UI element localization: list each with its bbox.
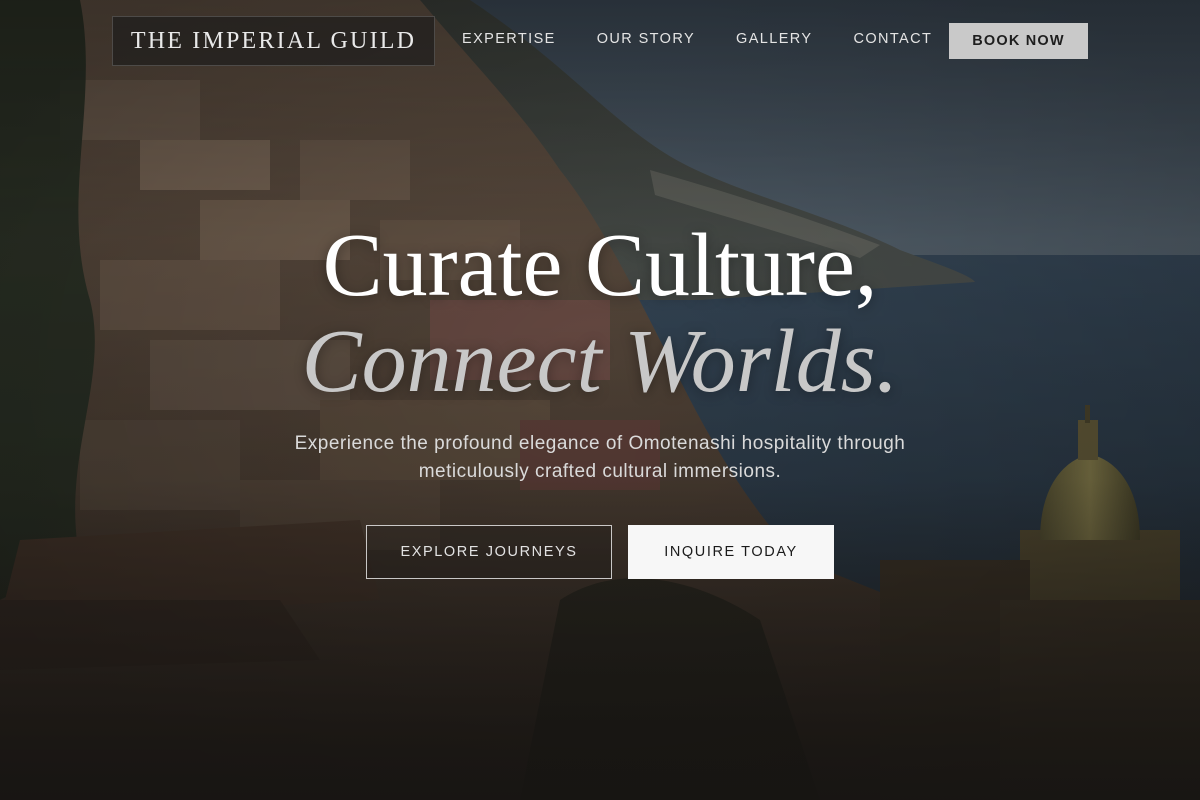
book-now-button[interactable]: BOOK NOW [949,23,1088,59]
brand-logo[interactable]: THE IMPERIAL GUILD [112,16,435,66]
site-header: THE IMPERIAL GUILD EXPERTISE OUR STORY G… [0,0,1200,80]
nav-link-contact[interactable]: CONTACT [853,31,932,47]
inquire-today-button[interactable]: INQUIRE TODAY [628,525,834,579]
explore-journeys-button[interactable]: EXPLORE JOURNEYS [366,525,612,579]
hero-cta-row: EXPLORE JOURNEYS INQUIRE TODAY [0,525,1200,579]
nav-link-our-story[interactable]: OUR STORY [597,31,695,47]
main-nav: EXPERTISE OUR STORY GALLERY CONTACT [462,31,973,47]
nav-link-expertise[interactable]: EXPERTISE [462,31,556,47]
hero-section: Curate Culture, Connect Worlds. Experien… [0,218,1200,486]
hero-headline-line1: Curate Culture, [322,216,878,315]
hero-subtitle: Experience the profound elegance of Omot… [294,433,906,482]
hero-headline-line2: Connect Worlds. [301,312,899,411]
nav-link-gallery[interactable]: GALLERY [736,31,812,47]
